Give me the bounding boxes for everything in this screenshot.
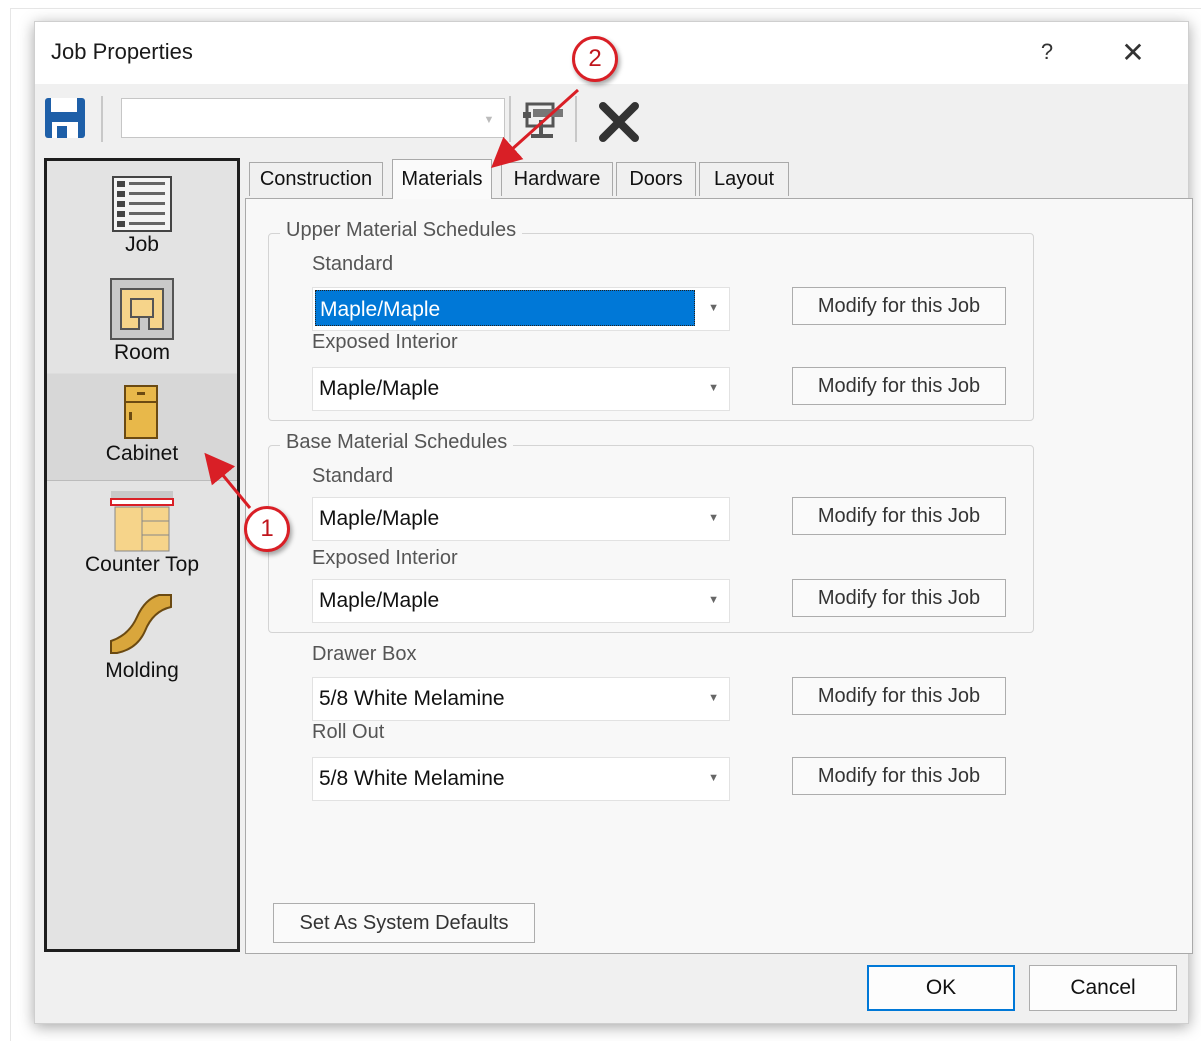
callout-1: 1 (244, 506, 290, 552)
callout-2: 2 (572, 36, 618, 82)
annotation-arrows (204, 88, 580, 509)
